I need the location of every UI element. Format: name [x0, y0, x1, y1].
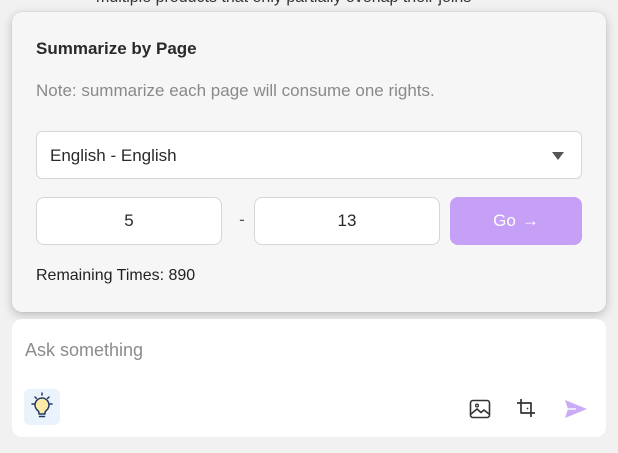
remaining-times-value: 890: [168, 267, 196, 284]
go-button[interactable]: Go →: [450, 197, 582, 245]
background-text: multiple products that only partially ov…: [96, 0, 596, 11]
ask-input[interactable]: Ask something: [25, 340, 143, 361]
image-icon[interactable]: [468, 397, 492, 421]
page-to-input[interactable]: 13: [254, 197, 440, 245]
popup-title: Summarize by Page: [36, 39, 197, 58]
language-select-value: English - English: [50, 146, 177, 165]
chat-input-box: Ask something: [12, 319, 606, 437]
language-select[interactable]: English - English: [36, 131, 582, 179]
popup-note: Note: summarize each page will consume o…: [36, 81, 435, 100]
remaining-times-label: Remaining Times:: [36, 267, 169, 284]
remaining-times: Remaining Times: 890: [36, 267, 195, 285]
arrow-right-icon: →: [521, 211, 539, 230]
crop-icon[interactable]: [515, 397, 539, 421]
page-from-input[interactable]: 5: [36, 197, 222, 245]
send-icon[interactable]: [563, 397, 589, 421]
chevron-down-icon: [552, 152, 564, 160]
lightbulb-icon[interactable]: [24, 389, 60, 425]
go-button-label: Go: [493, 211, 516, 230]
page-range-separator: -: [239, 210, 245, 229]
summarize-by-page-popup: Summarize by Page Note: summarize each p…: [12, 12, 606, 312]
